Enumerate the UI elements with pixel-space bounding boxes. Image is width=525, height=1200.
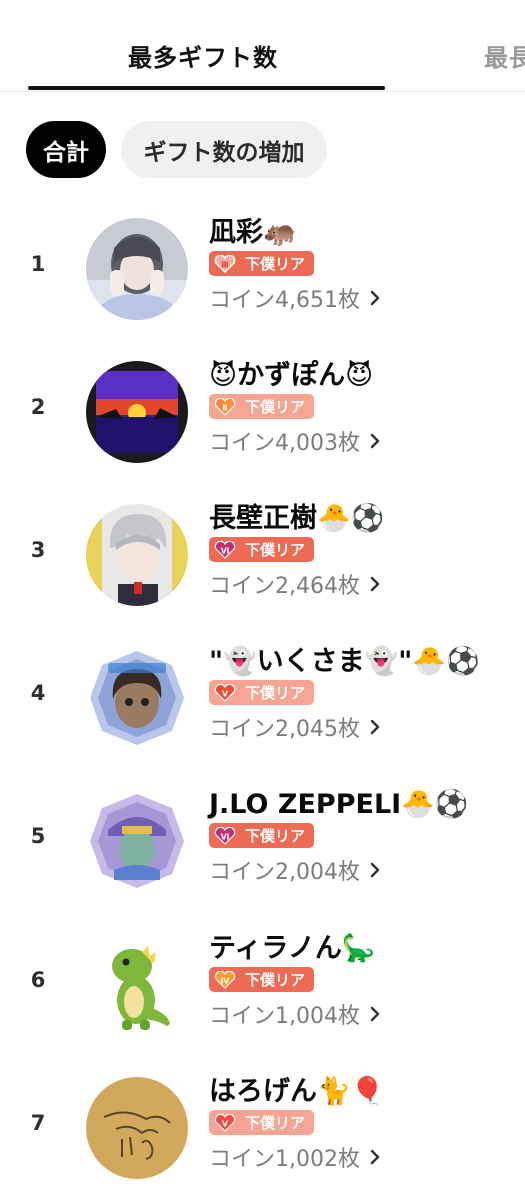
active-tab-indicator xyxy=(28,86,385,90)
avatar[interactable] xyxy=(86,790,188,892)
badge-label: 下僕リア xyxy=(245,1114,306,1132)
badge-label: 下僕リア xyxy=(245,541,306,559)
chevron-right-icon xyxy=(370,290,380,306)
rank-number: 6 xyxy=(30,968,46,992)
coin-text: コイン2,464枚 xyxy=(209,574,360,599)
fan-level-badge: Ⅵ 下僕リア xyxy=(209,823,315,848)
rank-number: 1 xyxy=(30,252,46,276)
filter-total-chip[interactable]: 合計 xyxy=(26,121,106,178)
rank-number: 7 xyxy=(30,1111,46,1135)
user-name[interactable]: はろげん🐈🎈 xyxy=(209,1074,384,1110)
heart-level-icon: Ⅴ xyxy=(214,683,236,702)
badge-label: 下僕リア xyxy=(245,827,306,845)
rank-number: 3 xyxy=(30,538,46,562)
svg-text:Ⅴ: Ⅴ xyxy=(222,1119,229,1128)
avatar[interactable] xyxy=(86,934,188,1036)
tab-longest[interactable]: 最長 xyxy=(484,38,525,73)
heart-level-icon: Ⅵ xyxy=(214,826,236,845)
filter-gift-increase-chip[interactable]: ギフト数の増加 xyxy=(121,121,327,178)
ranking-row[interactable]: 1 凪彩🦛 Ⅲ 下僕リア コイン4,651枚 xyxy=(0,210,525,330)
coin-text: コイン2,004枚 xyxy=(209,860,360,885)
coin-count[interactable]: コイン1,004枚 xyxy=(209,998,380,1030)
badge-label: 下僕リア xyxy=(245,684,306,702)
heart-level-icon: Ⅲ xyxy=(214,254,236,273)
avatar[interactable] xyxy=(86,218,188,320)
ranking-row[interactable]: 4 "👻いくさま👻"🐣⚽ Ⅴ 下僕リア コイン2,045枚 xyxy=(0,639,525,759)
svg-text:Ⅳ: Ⅳ xyxy=(221,976,230,985)
svg-text:Ⅵ: Ⅵ xyxy=(221,546,230,555)
chevron-right-icon xyxy=(370,862,380,878)
chevron-right-icon xyxy=(370,719,380,735)
svg-text:Ⅱ: Ⅱ xyxy=(222,403,227,412)
chevron-right-icon xyxy=(370,576,380,592)
fan-level-badge: Ⅳ 下僕リア xyxy=(209,967,315,992)
heart-level-icon: Ⅵ xyxy=(214,540,236,559)
rank-number: 5 xyxy=(30,824,46,848)
coin-count[interactable]: コイン1,002枚 xyxy=(209,1141,380,1173)
badge-label: 下僕リア xyxy=(245,398,306,416)
coin-text: コイン1,002枚 xyxy=(209,1147,360,1172)
coin-text: コイン2,045枚 xyxy=(209,717,360,742)
ranking-row[interactable]: 3 長壁正樹🐣⚽ Ⅵ 下僕リア コイン2,464枚 xyxy=(0,496,525,616)
svg-text:Ⅵ: Ⅵ xyxy=(221,832,230,841)
rank-number: 4 xyxy=(30,681,46,705)
user-name[interactable]: 😈かずぽん😈 xyxy=(209,358,373,394)
avatar[interactable] xyxy=(86,647,188,749)
ranking-tabs: 最多ギフト数 最長 xyxy=(0,0,525,92)
user-name[interactable]: J.LO ZEPPELI🐣⚽ xyxy=(209,787,468,823)
user-name[interactable]: ティラノん🦕 xyxy=(209,931,375,967)
rank-number: 2 xyxy=(30,395,46,419)
avatar[interactable] xyxy=(86,361,188,463)
coin-count[interactable]: コイン4,003枚 xyxy=(209,425,380,457)
svg-text:Ⅲ: Ⅲ xyxy=(221,260,229,269)
chevron-right-icon xyxy=(370,1149,380,1165)
chevron-right-icon xyxy=(370,1006,380,1022)
ranking-row[interactable]: 7 はろげん🐈🎈 Ⅴ 下僕リア コイン1,002枚 xyxy=(0,1069,525,1189)
ranking-row[interactable]: 2 😈かずぽん😈 Ⅱ 下僕リア コイン4,003枚 xyxy=(0,353,525,473)
fan-level-badge: Ⅲ 下僕リア xyxy=(209,251,315,276)
chevron-right-icon xyxy=(370,433,380,449)
fan-level-badge: Ⅱ 下僕リア xyxy=(209,394,315,419)
coin-text: コイン4,003枚 xyxy=(209,431,360,456)
svg-text:Ⅴ: Ⅴ xyxy=(222,689,229,698)
heart-level-icon: Ⅴ xyxy=(214,1113,236,1132)
tab-most-gifts[interactable]: 最多ギフト数 xyxy=(128,38,278,73)
user-name[interactable]: 長壁正樹🐣⚽ xyxy=(209,501,384,537)
fan-level-badge: Ⅴ 下僕リア xyxy=(209,680,315,705)
fan-level-badge: Ⅴ 下僕リア xyxy=(209,1110,315,1135)
avatar[interactable] xyxy=(86,504,188,606)
coin-count[interactable]: コイン2,464枚 xyxy=(209,568,380,600)
badge-label: 下僕リア xyxy=(245,255,306,273)
heart-level-icon: Ⅱ xyxy=(214,397,236,416)
ranking-row[interactable]: 5 J.LO ZEPPELI🐣⚽ Ⅵ 下僕リア コイン2,004枚 xyxy=(0,782,525,902)
user-name[interactable]: "👻いくさま👻"🐣⚽ xyxy=(209,644,480,680)
coin-count[interactable]: コイン4,651枚 xyxy=(209,282,380,314)
coin-count[interactable]: コイン2,004枚 xyxy=(209,854,380,886)
avatar[interactable] xyxy=(86,1077,188,1179)
coin-text: コイン1,004枚 xyxy=(209,1004,360,1029)
coin-text: コイン4,651枚 xyxy=(209,288,360,313)
badge-label: 下僕リア xyxy=(245,971,306,989)
heart-level-icon: Ⅳ xyxy=(214,970,236,989)
user-name[interactable]: 凪彩🦛 xyxy=(209,215,297,251)
fan-level-badge: Ⅵ 下僕リア xyxy=(209,537,315,562)
coin-count[interactable]: コイン2,045枚 xyxy=(209,711,380,743)
ranking-row[interactable]: 6 ティラノん🦕 Ⅳ 下僕リア コイン1,004枚 xyxy=(0,926,525,1046)
